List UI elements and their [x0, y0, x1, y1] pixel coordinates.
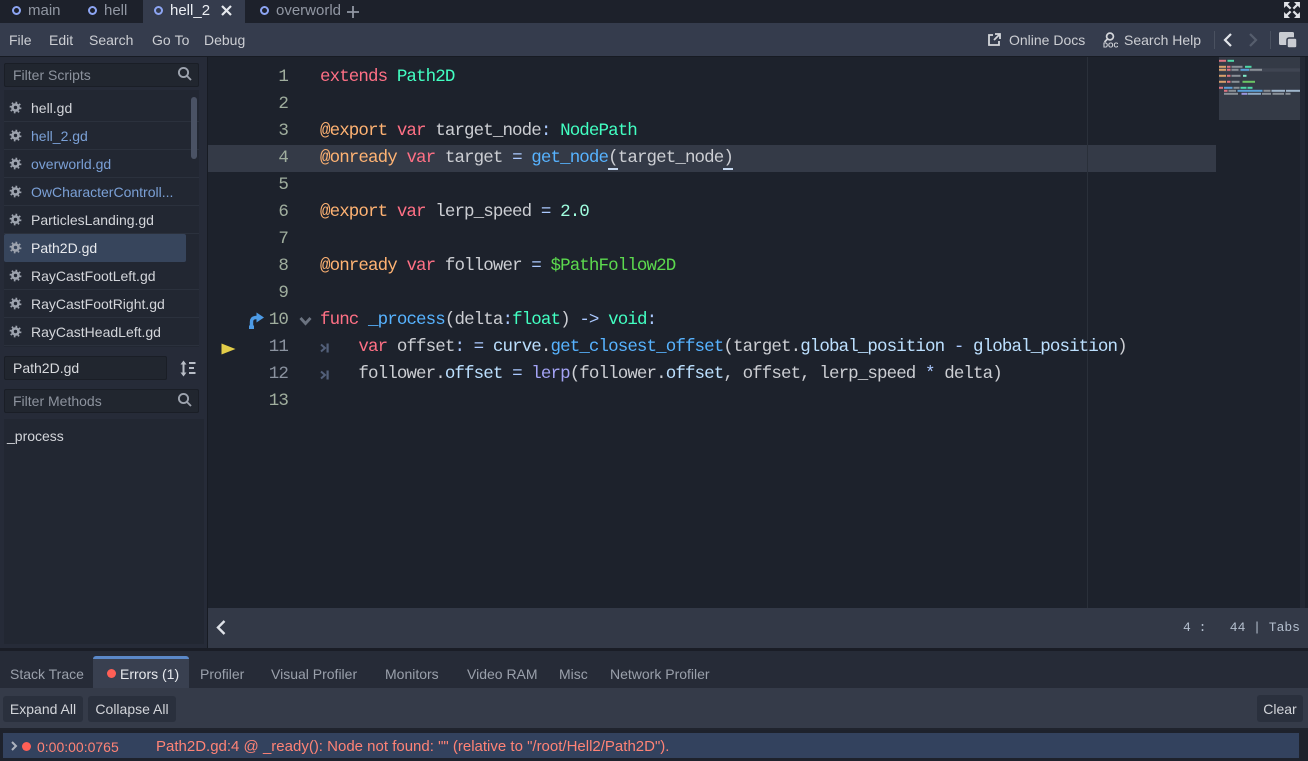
svg-text:DOC: DOC — [1103, 43, 1118, 50]
